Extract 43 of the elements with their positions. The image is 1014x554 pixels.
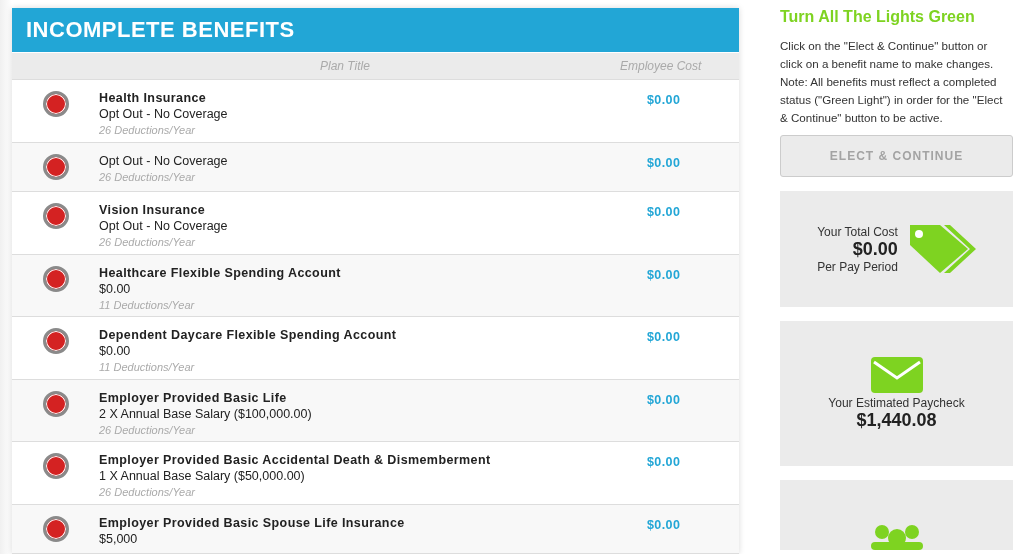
benefit-name[interactable]: Health Insurance bbox=[99, 90, 647, 107]
deductions-text: 26 Deductions/Year bbox=[99, 422, 196, 438]
deductions-text: 26 Deductions/Year bbox=[99, 123, 196, 139]
people-icon bbox=[868, 524, 925, 550]
card-label: Your Total Cost bbox=[817, 224, 898, 239]
benefit-detail: $5,000 bbox=[99, 530, 139, 547]
card-note: Per Pay Period bbox=[817, 259, 898, 274]
benefit-detail: Opt Out - No Coverage bbox=[99, 106, 229, 123]
envelope-icon bbox=[869, 356, 924, 394]
deductions-text: 11 Deductions/Year bbox=[99, 360, 196, 376]
column-header: Employee Cost bbox=[620, 59, 702, 74]
deductions-text: 26 Deductions/Year bbox=[99, 234, 196, 250]
card-value: $0.00 bbox=[851, 238, 898, 260]
employee-cost: $0.00 bbox=[647, 517, 681, 532]
column-header: Plan Title bbox=[320, 59, 371, 74]
employee-cost: $0.00 bbox=[647, 455, 681, 470]
instructions-text: Click on the "Elect & Continue" button or click on a benefit name to make changes. Note: All benefits must reflect a completed status ("Green Light") in order for the "Elect & Continue" button to be active. bbox=[780, 38, 1004, 126]
benefit-detail: Opt Out - No Coverage bbox=[99, 152, 229, 169]
employee-cost: $0.00 bbox=[647, 392, 681, 407]
benefit-detail: $0.00 bbox=[99, 343, 132, 360]
benefit-name[interactable]: Dependent Daycare Flexible Spending Account bbox=[99, 327, 647, 344]
deductions-text: 26 Deductions/Year bbox=[99, 485, 196, 501]
employee-cost: $0.00 bbox=[647, 330, 681, 345]
sidebar-heading: Turn All The Lights Green bbox=[780, 8, 976, 26]
benefit-name[interactable]: Employer Provided Basic Accidental Death & Dismemberment bbox=[99, 452, 647, 469]
benefit-name[interactable]: Healthcare Flexible Spending Account bbox=[99, 264, 647, 281]
employee-cost: $0.00 bbox=[647, 267, 681, 282]
employee-cost: $0.00 bbox=[647, 204, 681, 219]
benefit-detail: $0.00 bbox=[99, 280, 132, 297]
deductions-text: 26 Deductions/Year bbox=[99, 169, 196, 185]
panel-title: INCOMPLETE BENEFITS bbox=[12, 8, 739, 52]
price-tag-icon bbox=[907, 223, 976, 275]
benefit-detail: Opt Out - No Coverage bbox=[99, 217, 229, 234]
benefit-name[interactable]: Employer Provided Basic Life bbox=[99, 389, 647, 406]
benefit-detail: 1 X Annual Base Salary ($50,000.00) bbox=[99, 468, 306, 485]
benefit-name[interactable]: Vision Insurance bbox=[99, 201, 647, 218]
benefit-name[interactable]: Employer Provided Basic Spouse Life Insurance bbox=[99, 514, 647, 531]
employee-cost: $0.00 bbox=[647, 155, 681, 170]
benefit-detail: 2 X Annual Base Salary ($100,000.00) bbox=[99, 405, 313, 422]
deductions-text: 11 Deductions/Year bbox=[99, 297, 196, 313]
card-label: Your Estimated Paycheck bbox=[828, 396, 965, 410]
card-value: $1,440.08 bbox=[855, 410, 938, 431]
employee-cost: $0.00 bbox=[647, 93, 681, 108]
